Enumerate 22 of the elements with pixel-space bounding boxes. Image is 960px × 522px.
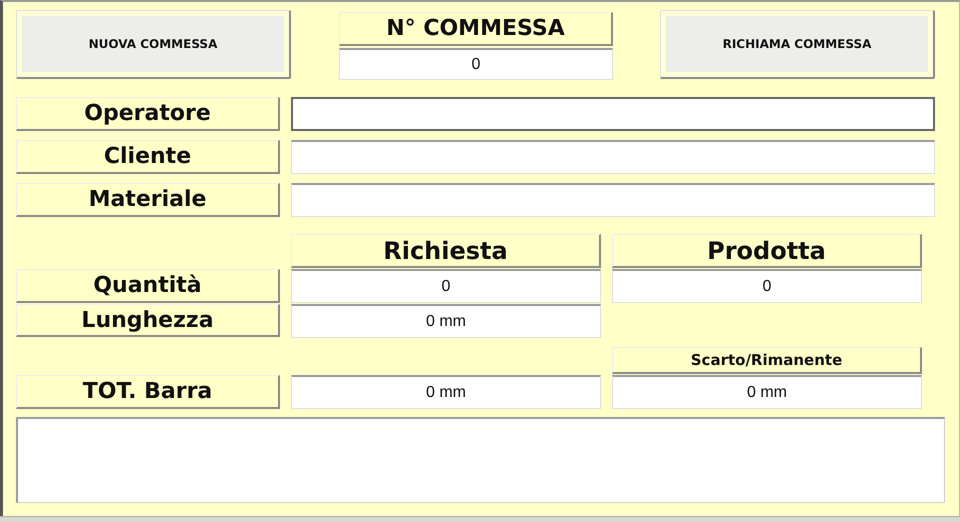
value-field[interactable]: 0 mm bbox=[291, 375, 601, 409]
notes-field[interactable] bbox=[16, 417, 945, 503]
value-field[interactable]: 0 bbox=[612, 269, 922, 303]
waste-header: Scarto/Rimanente bbox=[612, 347, 922, 374]
text-field[interactable] bbox=[291, 140, 935, 174]
text-field[interactable] bbox=[291, 183, 935, 217]
row-label: Quantità bbox=[16, 269, 280, 303]
row-label: TOT. Barra bbox=[16, 375, 280, 409]
field-label: Materiale bbox=[16, 183, 280, 217]
recall-order-button[interactable]: RICHIAMA COMMESSA bbox=[660, 10, 935, 79]
new-order-button[interactable]: NUOVA COMMESSA bbox=[16, 10, 291, 79]
column-header: Richiesta bbox=[291, 234, 601, 268]
field-label: Operatore bbox=[16, 97, 280, 131]
value-field[interactable]: 0 mm bbox=[612, 375, 922, 409]
value-field[interactable]: 0 mm bbox=[291, 304, 601, 338]
column-header: Prodotta bbox=[612, 234, 922, 268]
row-label: Lunghezza bbox=[16, 304, 280, 337]
value-field[interactable]: 0 bbox=[291, 269, 601, 303]
field-label: Cliente bbox=[16, 140, 280, 174]
text-field[interactable] bbox=[291, 97, 935, 131]
order-number-label: N° COMMESSA bbox=[339, 12, 613, 46]
order-number-field[interactable]: 0 bbox=[339, 48, 613, 80]
